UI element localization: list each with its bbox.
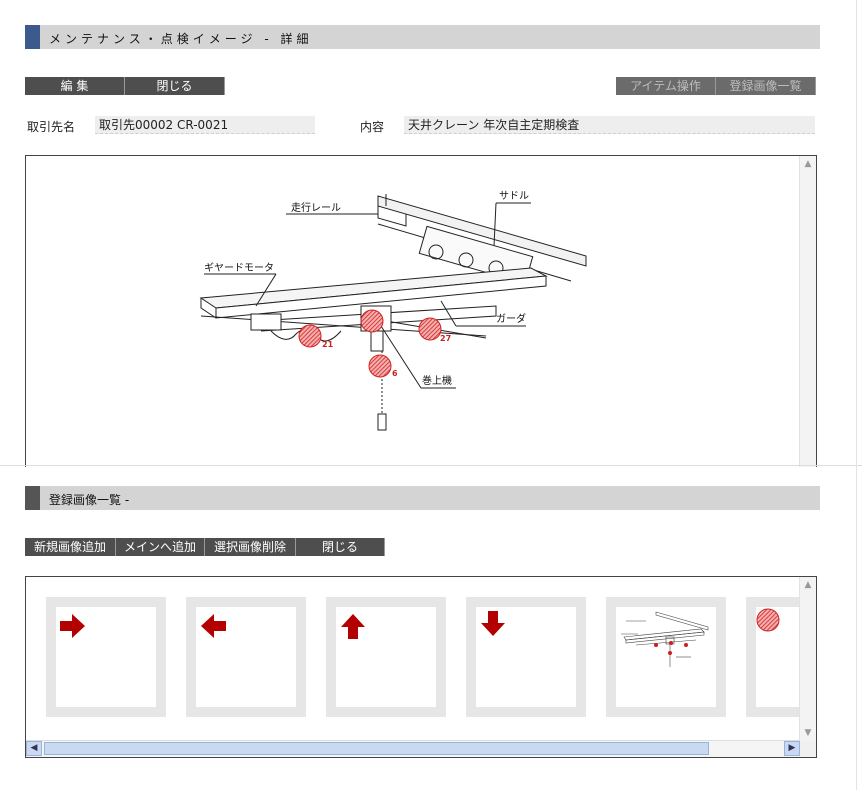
client-value: 取引先00002 CR-0021	[95, 116, 315, 134]
gallery-close-button[interactable]: 閉じる	[296, 538, 385, 556]
thumbnail-item[interactable]	[186, 597, 306, 717]
label-hoist: 巻上機	[422, 374, 452, 387]
thumbnail-image[interactable]	[56, 607, 156, 707]
scroll-down-icon[interactable]: ▼	[802, 727, 814, 739]
add-to-main-button[interactable]: メインへ追加	[116, 538, 205, 556]
content-label: 内容	[360, 120, 385, 134]
gallery-header-bar: 登録画像一覧 -	[25, 486, 820, 510]
scroll-up-icon[interactable]: ▲	[802, 158, 814, 170]
header-bar: メンテナンス・点検イメージ - 詳細	[25, 25, 820, 49]
page-title: メンテナンス・点検イメージ - 詳細	[49, 32, 313, 46]
marker-21-number: 21	[322, 340, 334, 349]
thumbnail-horizontal-scrollbar[interactable]: ◀ ▶	[26, 740, 800, 757]
thumbnail-item[interactable]	[606, 597, 726, 717]
window-edge	[856, 0, 857, 790]
add-new-image-button[interactable]: 新規画像追加	[25, 538, 116, 556]
label-rail: 走行レール	[291, 201, 341, 214]
marker-6[interactable]: 6	[368, 354, 398, 378]
content-value: 天井クレーン 年次自主定期検査	[404, 116, 815, 134]
scrollbar-corner	[800, 741, 816, 757]
thumbnail-item[interactable]	[326, 597, 446, 717]
gallery-title: 登録画像一覧 -	[49, 493, 130, 507]
close-button[interactable]: 閉じる	[125, 77, 225, 95]
thumbnail-panel: ▲ ▼ ◀ ▶	[25, 576, 817, 758]
thumbnail-item[interactable]	[466, 597, 586, 717]
thumbnail-image[interactable]	[336, 607, 436, 707]
thumbnail-image[interactable]	[476, 607, 576, 707]
thumbnail-item[interactable]	[46, 597, 166, 717]
delete-selected-button[interactable]: 選択画像削除	[205, 538, 296, 556]
marker-27-number: 27	[440, 334, 451, 343]
marker-27[interactable]: 27	[418, 317, 451, 343]
label-geared-motor: ギヤードモータ	[204, 262, 274, 274]
crane-diagram-thumbnail	[621, 611, 709, 667]
label-girder: ガーダ	[496, 312, 526, 325]
arrow-right-icon	[60, 614, 85, 638]
diagram-panel: ▲ 走行レール サドル ギヤードモータ ガーダ 巻上機 21 27 6	[25, 155, 817, 467]
marker-center[interactable]	[360, 309, 384, 333]
marker-21[interactable]: 21	[298, 324, 334, 349]
item-operations-button[interactable]: アイテム操作	[616, 77, 716, 95]
gallery-header-accent	[25, 486, 40, 510]
image-list-button[interactable]: 登録画像一覧	[716, 77, 816, 95]
edit-button[interactable]: 編 集	[25, 77, 125, 95]
thumbnail-image[interactable]	[616, 607, 716, 707]
scroll-up-icon[interactable]: ▲	[802, 579, 814, 591]
arrow-down-icon	[481, 611, 505, 636]
arrow-up-icon	[341, 614, 365, 639]
red-marker-icon	[756, 608, 780, 632]
diagram-vertical-scrollbar[interactable]: ▲	[799, 156, 816, 467]
header-accent	[25, 25, 40, 49]
section-divider	[0, 465, 862, 466]
client-label: 取引先名	[27, 120, 76, 134]
scrollbar-thumb[interactable]	[44, 742, 709, 755]
label-saddle: サドル	[499, 190, 529, 202]
thumbnail-vertical-scrollbar[interactable]: ▲ ▼	[799, 577, 816, 741]
arrow-left-icon	[201, 614, 226, 638]
scroll-right-icon[interactable]: ▶	[784, 741, 800, 756]
crane-diagram: 走行レール サドル ギヤードモータ ガーダ 巻上機 21 27 6	[199, 190, 587, 431]
scroll-left-icon[interactable]: ◀	[26, 741, 42, 756]
marker-6-number: 6	[392, 369, 398, 378]
thumbnail-image[interactable]	[196, 607, 296, 707]
